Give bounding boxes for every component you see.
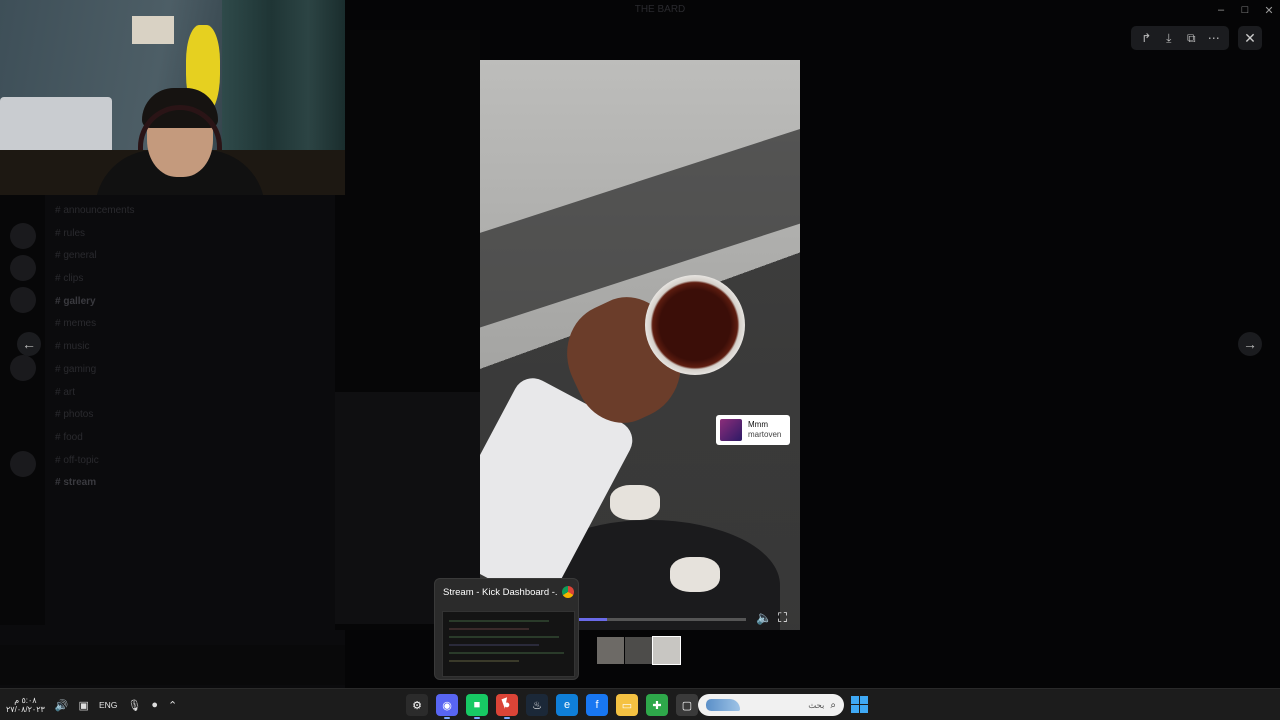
- server-icon: [10, 223, 36, 249]
- search-icon: ⌕: [830, 699, 836, 711]
- explorer-app[interactable]: ▭: [616, 694, 638, 716]
- video-controls: 🔈 ⛶: [576, 608, 800, 630]
- fullscreen-icon[interactable]: ⛶: [778, 610, 792, 626]
- thumbnail-strip: [597, 636, 681, 665]
- taskbar-window-preview[interactable]: Stream - Kick Dashboard -...: [434, 578, 579, 680]
- clock-time: ٥:٠٨ م: [14, 696, 37, 705]
- search-highlight-icon: [706, 699, 740, 711]
- start-button[interactable]: [851, 696, 868, 713]
- window-close-icon[interactable]: ✕: [1261, 4, 1277, 18]
- settings-app[interactable]: ⚙: [406, 694, 428, 716]
- channel-item[interactable]: # memes: [55, 318, 335, 341]
- kick-app[interactable]: ■: [466, 694, 488, 719]
- channel-item[interactable]: # art: [55, 387, 335, 410]
- network-icon[interactable]: ▣: [79, 699, 89, 712]
- minimize-icon[interactable]: –: [1213, 4, 1229, 18]
- tag-username: martoven: [748, 430, 782, 439]
- preview-title: Stream - Kick Dashboard -...: [443, 587, 558, 598]
- edge-app[interactable]: e: [556, 694, 578, 716]
- facebook-app[interactable]: f: [586, 694, 608, 716]
- thumbnail[interactable]: [625, 637, 652, 664]
- close-viewer-button[interactable]: ✕: [1238, 26, 1262, 50]
- download-icon[interactable]: ⤓: [1160, 31, 1178, 46]
- chevron-up-icon[interactable]: ⌃: [168, 699, 177, 712]
- forward-icon[interactable]: ↱: [1137, 31, 1155, 45]
- preview-thumbnail: [442, 611, 575, 677]
- clock-date: ٢٧/٠٨/٢٠٢٣: [6, 705, 45, 714]
- channel-item[interactable]: # photos: [55, 409, 335, 432]
- background-channel-list: # announcements # rules # general # clips # …: [55, 205, 335, 500]
- viewer-toolbar: ↱ ⤓ ⧉ ⋯: [1131, 26, 1229, 50]
- user-tag-card[interactable]: Mmm martoven: [716, 415, 790, 445]
- video-progress-bar[interactable]: [576, 618, 746, 621]
- channel-item[interactable]: # off-topic: [55, 455, 335, 478]
- search-placeholder: بحث: [808, 699, 825, 710]
- server-icon: [10, 287, 36, 313]
- search-box[interactable]: بحث ⌕: [698, 694, 844, 716]
- background-user-bar: [0, 645, 345, 685]
- taskview-app[interactable]: ▢: [676, 694, 698, 716]
- chrome-icon: [562, 586, 574, 598]
- background-server-list: [0, 195, 45, 625]
- media-photo[interactable]: [480, 60, 800, 630]
- language-indicator[interactable]: ENG: [99, 700, 117, 710]
- channel-item[interactable]: # announcements: [55, 205, 335, 228]
- next-image-button[interactable]: →: [1238, 332, 1262, 356]
- tray-app-icon[interactable]: ●: [151, 699, 158, 711]
- channel-item[interactable]: # gallery: [55, 296, 335, 319]
- channel-item[interactable]: # stream: [55, 477, 335, 500]
- microphone-icon[interactable]: 🎙: [127, 699, 141, 712]
- tag-name: Mmm: [748, 420, 768, 429]
- thumbnail-selected[interactable]: [652, 636, 681, 665]
- steam-app[interactable]: ♨: [526, 694, 548, 716]
- system-tray: ٥:٠٨ م ٢٧/٠٨/٢٠٢٣ 🔊 ▣ ENG 🎙 ● ⌃: [6, 692, 177, 718]
- previous-image-button[interactable]: ←: [17, 332, 41, 356]
- channel-item[interactable]: # clips: [55, 273, 335, 296]
- taskbar: ٥:٠٨ م ٢٧/٠٨/٢٠٢٣ 🔊 ▣ ENG 🎙 ● ⌃ ⚙ ◉ ■ ● ♨ e f ▭…: [0, 688, 1280, 720]
- channel-item[interactable]: # food: [55, 432, 335, 455]
- volume-icon[interactable]: 🔊: [55, 699, 69, 712]
- open-external-icon[interactable]: ⧉: [1182, 31, 1200, 46]
- channel-item[interactable]: # gaming: [55, 364, 335, 387]
- webcam-overlay: [0, 0, 345, 195]
- channel-item[interactable]: # music: [55, 341, 335, 364]
- channel-item[interactable]: # general: [55, 250, 335, 273]
- arrow-right-icon: →: [1243, 336, 1257, 352]
- background-app-title: THE BARD: [634, 4, 686, 15]
- discord-app[interactable]: ◉: [436, 694, 458, 719]
- server-icon: [10, 255, 36, 281]
- maximize-icon[interactable]: □: [1237, 4, 1253, 18]
- progress-fill: [576, 618, 607, 621]
- more-icon[interactable]: ⋯: [1205, 31, 1223, 45]
- server-icon: [10, 355, 36, 381]
- thumbnail[interactable]: [597, 637, 624, 664]
- clock[interactable]: ٥:٠٨ م ٢٧/٠٨/٢٠٢٣: [6, 696, 45, 714]
- channel-item[interactable]: # rules: [55, 228, 335, 251]
- avatar: [720, 419, 742, 441]
- close-icon: ✕: [1244, 29, 1256, 46]
- volume-icon[interactable]: 🔈: [756, 610, 772, 626]
- xbox-app[interactable]: ✚: [646, 694, 668, 716]
- arrow-left-icon: ←: [22, 336, 36, 352]
- server-icon: [10, 451, 36, 477]
- pinned-apps: ⚙ ◉ ■ ● ♨ e f ▭ ✚ ▢: [406, 693, 698, 719]
